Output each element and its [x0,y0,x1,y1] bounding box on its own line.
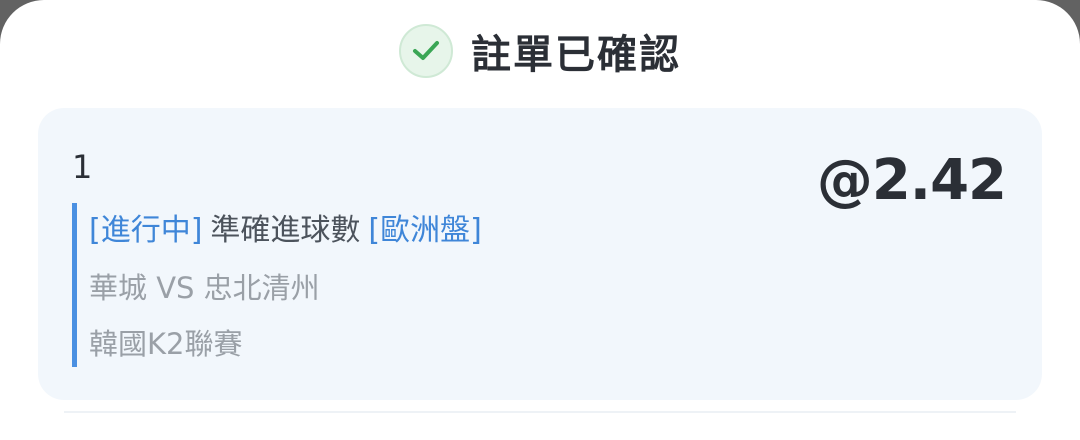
bet-detail: [進行中] 準確進球數 [歐洲盤] 華城 VS 忠北清州 韓國K2聯賽 [72,203,672,367]
page-title: 註單已確認 [471,32,681,78]
bet-market: [進行中] 準確進球數 [歐洲盤] [89,205,482,249]
bet-confirmation-sheet: 註單已確認 1 @2.42 [進行中] 準確進球數 [歐洲盤] 華城 VS 忠北清州… [0,0,1080,440]
market-type: 準確進球數 [210,213,361,248]
bet-card[interactable]: 1 @2.42 [進行中] 準確進球數 [歐洲盤] 華城 VS 忠北清州 韓國K2聯… [38,108,1042,400]
bet-index: 1 [72,148,93,186]
odds-format-badge: [歐洲盤] [368,213,482,248]
bet-odds: @2.42 [816,148,1007,213]
league-name: 韓國K2聯賽 [89,327,243,361]
match-name: 華城 VS 忠北清州 [89,271,320,305]
confirmation-header: 註單已確認 [0,22,1080,80]
check-circle-icon [399,24,453,78]
status-badge: [進行中] [89,213,203,248]
divider [64,411,1016,423]
check-icon [413,41,439,60]
